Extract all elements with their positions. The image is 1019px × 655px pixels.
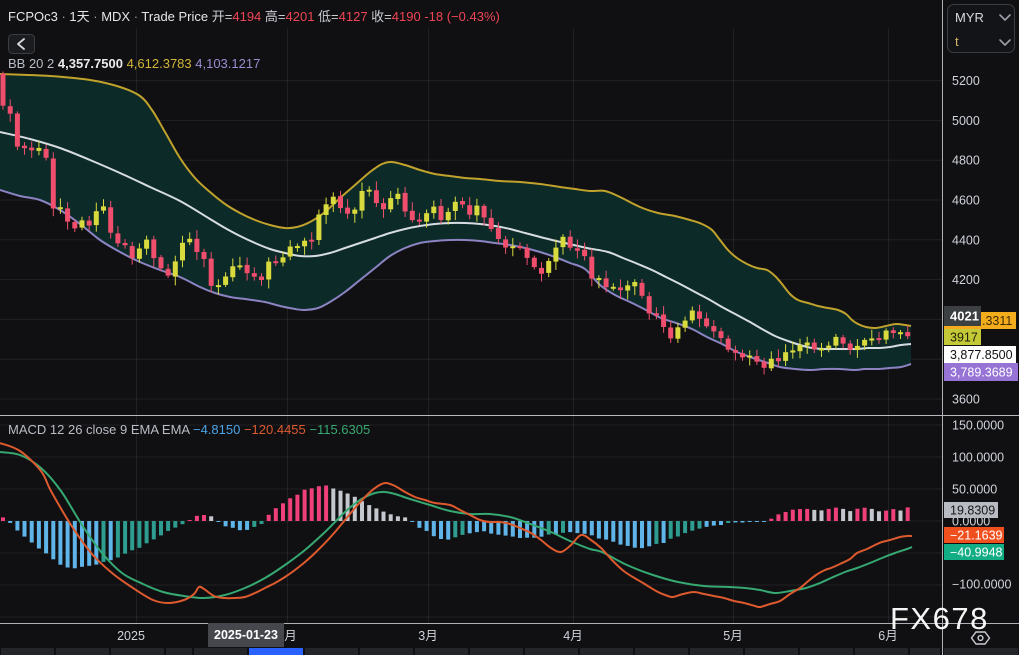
svg-text:50.0000: 50.0000: [952, 483, 997, 497]
svg-text:FCPOc3 · 1天 · MDX · Trade Pric: FCPOc3 · 1天 · MDX · Trade Price 开=4194 高…: [8, 9, 500, 24]
svg-text:3月: 3月: [418, 629, 437, 643]
svg-text:t: t: [955, 34, 959, 49]
svg-text:4021: 4021: [950, 309, 979, 324]
svg-text:3600: 3600: [952, 393, 980, 407]
svg-text:5月: 5月: [723, 629, 742, 643]
svg-text:BB 20 2 4,357.7500 4,612.3783: BB 20 2 4,357.7500 4,612.3783 4,103.1217: [8, 56, 260, 71]
svg-text:4200: 4200: [952, 273, 980, 287]
svg-text:2025-01-23: 2025-01-23: [214, 628, 278, 642]
svg-text:5200: 5200: [952, 74, 980, 88]
svg-text:.3311: .3311: [982, 314, 1012, 328]
svg-text:2025: 2025: [117, 629, 145, 643]
svg-text:4月: 4月: [563, 629, 582, 643]
svg-text:4800: 4800: [952, 154, 980, 168]
svg-text:5000: 5000: [952, 114, 980, 128]
svg-text:4400: 4400: [952, 233, 980, 247]
svg-text:−40.9948: −40.9948: [950, 546, 1003, 560]
svg-text:−21.1639: −21.1639: [950, 529, 1003, 543]
svg-text:4600: 4600: [952, 194, 980, 208]
svg-text:3,789.3689: 3,789.3689: [950, 366, 1013, 380]
svg-text:3,877.8500: 3,877.8500: [950, 348, 1013, 362]
svg-text:FX678: FX678: [890, 601, 989, 636]
svg-text:−100.0000: −100.0000: [952, 578, 1011, 592]
svg-text:100.0000: 100.0000: [952, 451, 1004, 465]
svg-text:MACD 12 26 close 9 EMA EMA −4.: MACD 12 26 close 9 EMA EMA −4.8150 −120.…: [8, 422, 370, 437]
svg-text:19.8309: 19.8309: [950, 504, 995, 518]
svg-text:150.0000: 150.0000: [952, 419, 1004, 433]
svg-text:MYR: MYR: [955, 10, 984, 25]
svg-text:3917: 3917: [950, 331, 978, 345]
